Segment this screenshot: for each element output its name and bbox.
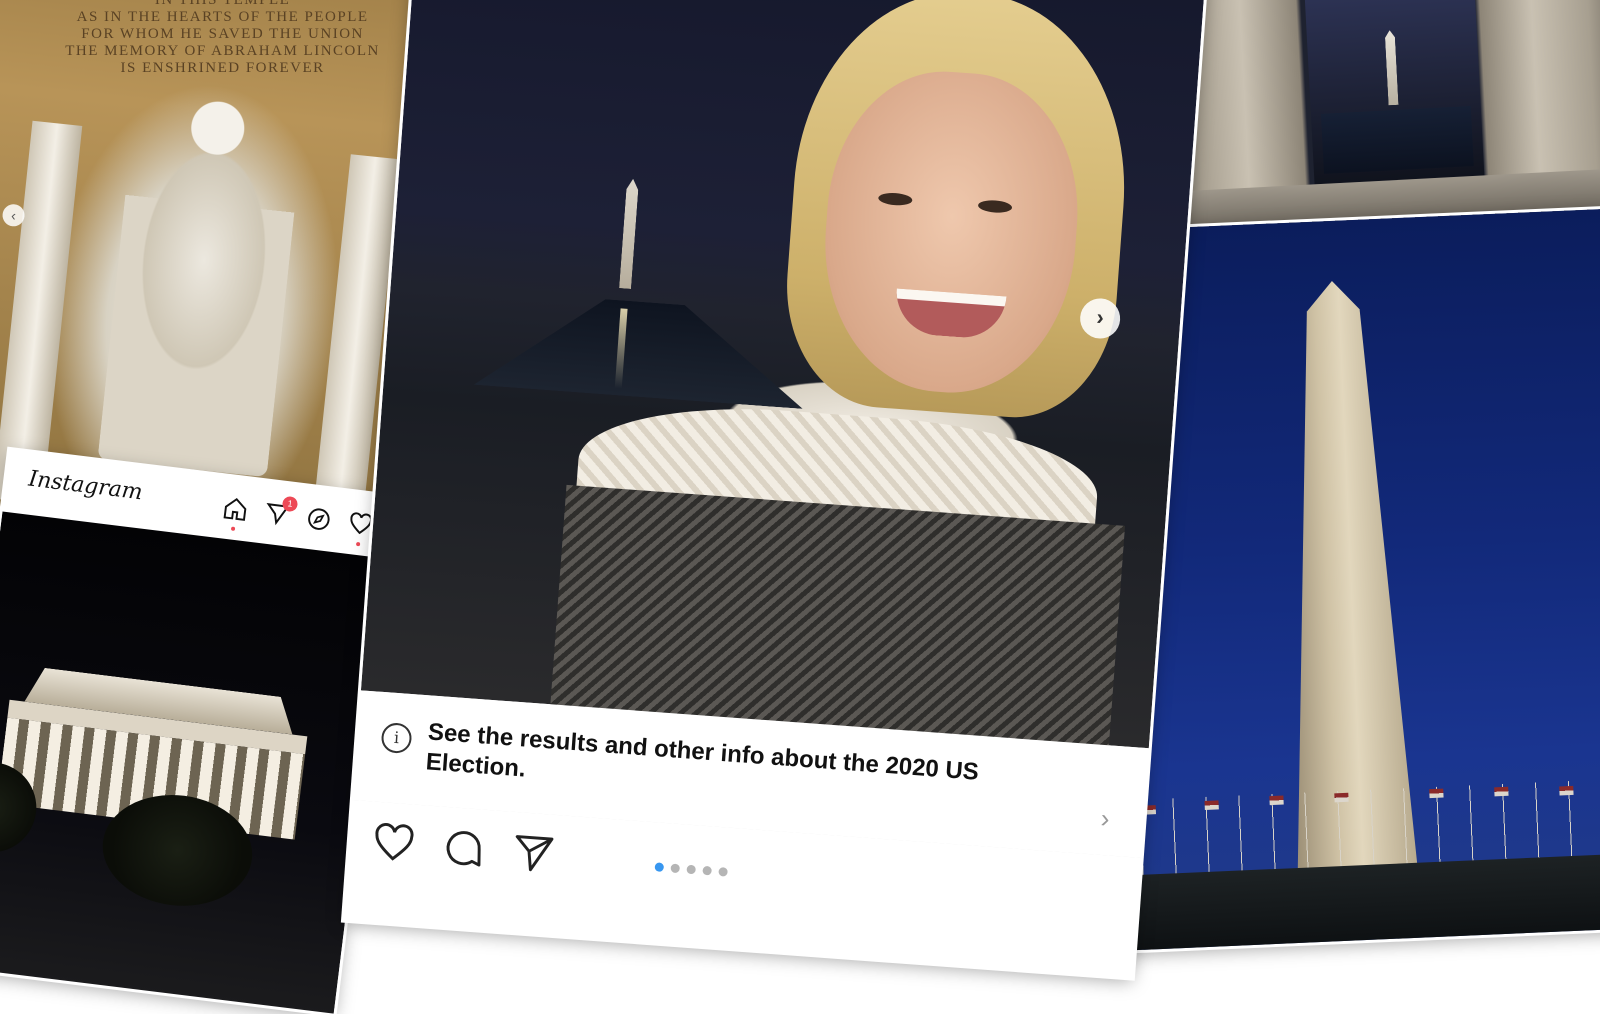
washington-monument bbox=[1272, 278, 1418, 873]
inscription-line: FOR WHOM HE SAVED THE UNION bbox=[81, 26, 364, 43]
like-heart-icon[interactable] bbox=[370, 820, 417, 867]
reflecting-pool-night-view bbox=[1304, 0, 1485, 185]
info-icon: i bbox=[380, 722, 413, 755]
home-icon[interactable] bbox=[221, 494, 250, 532]
instagram-logo[interactable]: Instagram bbox=[27, 467, 144, 506]
reflecting-pool bbox=[474, 290, 810, 409]
flag-icon bbox=[1269, 795, 1284, 806]
flag-icon bbox=[1494, 786, 1509, 797]
carousel-dot bbox=[718, 867, 728, 877]
reflecting-pool bbox=[1320, 106, 1474, 174]
carousel-dot bbox=[686, 864, 697, 875]
instagram-post-card-main: › i See the results and other info about… bbox=[344, 0, 1206, 978]
inscription-line: IS ENSHRINED FOREVER bbox=[120, 60, 325, 77]
carousel-dot bbox=[702, 865, 712, 876]
lincoln-memorial-night-photo: ‹ bbox=[0, 511, 390, 1014]
header-icons: 1 bbox=[221, 494, 375, 547]
inscription-line: THE MEMORY OF ABRAHAM LINCOLN bbox=[65, 43, 380, 60]
flag-icon bbox=[1334, 792, 1349, 803]
flag-icon bbox=[1559, 785, 1574, 796]
lincoln-statue bbox=[97, 81, 307, 478]
carousel-dot bbox=[654, 862, 665, 872]
share-icon[interactable] bbox=[510, 830, 557, 877]
flag-icon bbox=[1204, 800, 1219, 810]
washington-monument-distant bbox=[1385, 30, 1399, 105]
carousel-dot bbox=[670, 863, 681, 874]
selfie-photo: › bbox=[360, 0, 1206, 766]
activity-heart-icon[interactable] bbox=[346, 510, 375, 547]
instagram-post-card-small: Instagram 1 ‹ bbox=[0, 450, 398, 1014]
statue-chair-left bbox=[0, 120, 83, 504]
flag-icon bbox=[1429, 788, 1444, 799]
chevron-right-icon: › bbox=[1099, 802, 1111, 834]
memorial-inscription: IN THIS TEMPLE AS IN THE HEARTS OF THE P… bbox=[63, 0, 383, 77]
explore-compass-icon[interactable] bbox=[304, 505, 333, 534]
activity-dot bbox=[355, 541, 361, 547]
inscription-line: AS IN THE HEARTS OF THE PEOPLE bbox=[76, 9, 369, 26]
election-info-text: See the results and other info about the… bbox=[424, 718, 980, 786]
comment-icon[interactable] bbox=[440, 825, 487, 872]
carousel-indicator bbox=[654, 862, 728, 877]
colonnade-view-photo bbox=[1153, 0, 1600, 233]
inscription-line: IN THIS TEMPLE bbox=[154, 0, 291, 9]
activity-dot bbox=[230, 526, 236, 532]
washington-monument-distant bbox=[619, 178, 639, 289]
direct-message-icon[interactable]: 1 bbox=[263, 495, 299, 529]
